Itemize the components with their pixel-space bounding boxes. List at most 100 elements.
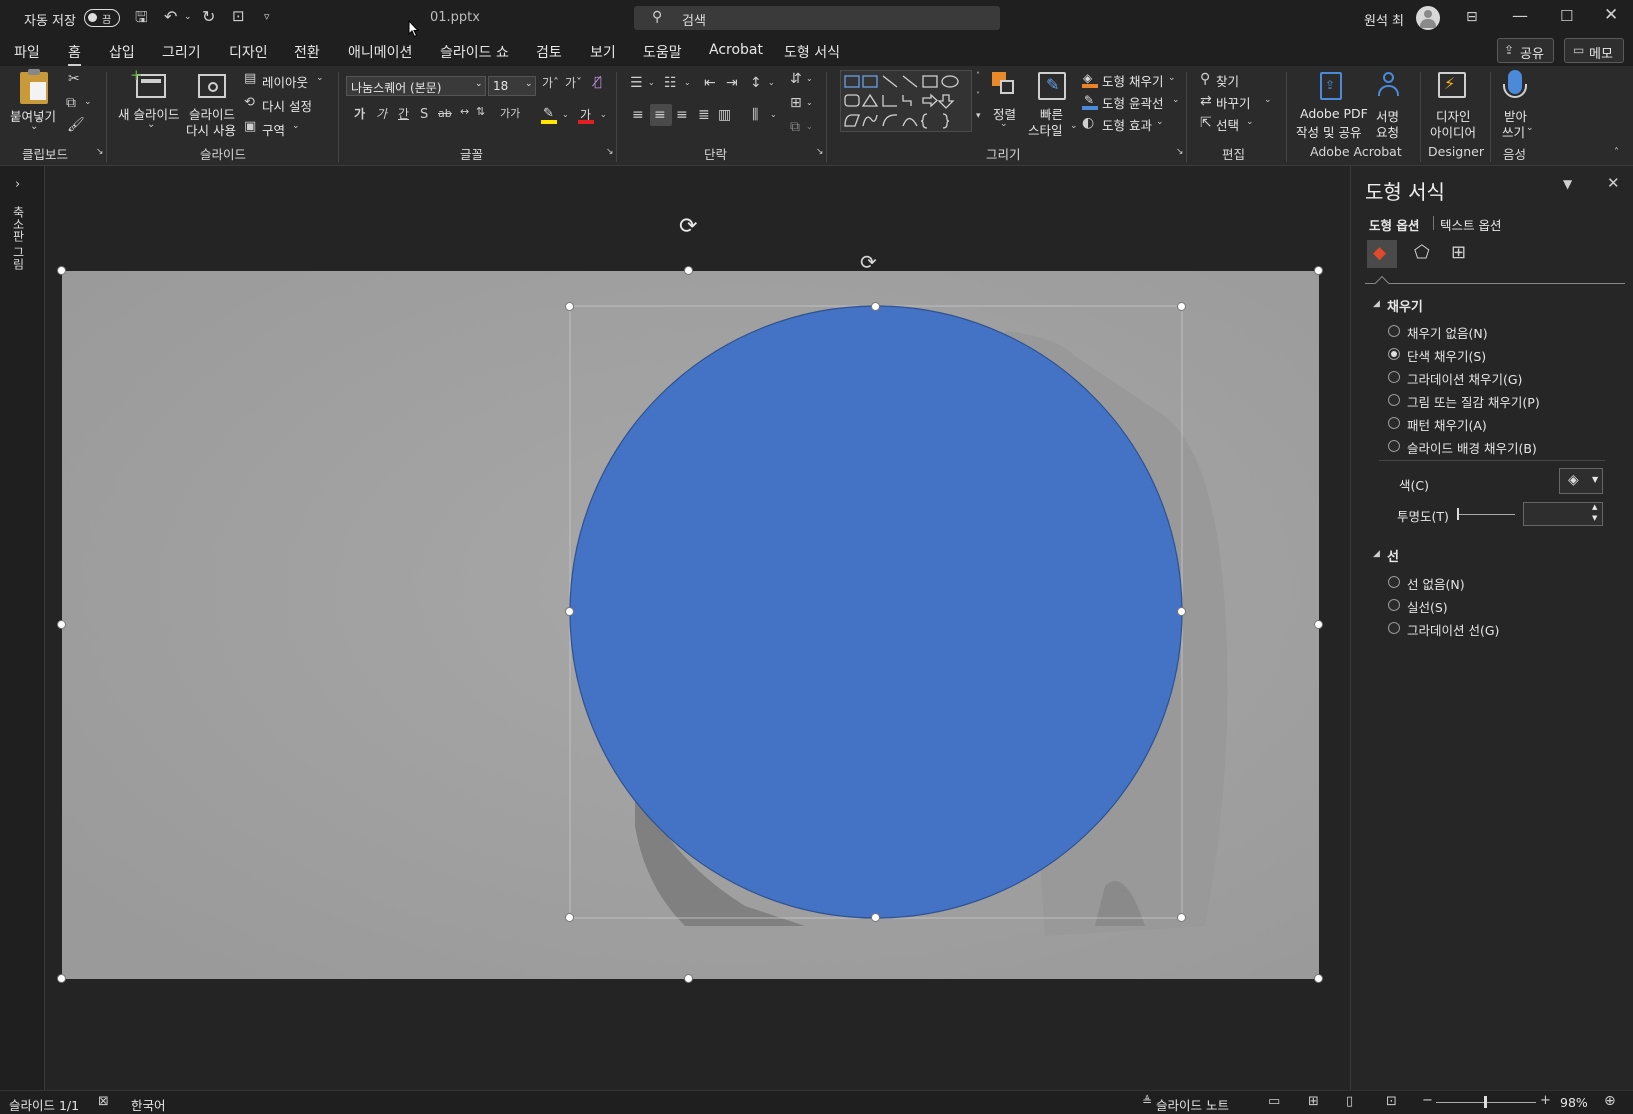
fill-solid-radio[interactable]: [1388, 348, 1400, 360]
text-direction-para-icon[interactable]: ⇵: [790, 72, 802, 86]
smartart-icon[interactable]: ⧉: [790, 120, 800, 134]
avatar[interactable]: [1416, 6, 1440, 30]
clipboard-launcher-icon[interactable]: ↘: [96, 148, 104, 157]
tab-shape-format[interactable]: 도형 서식: [784, 42, 840, 62]
replace-dropdown-icon[interactable]: ⌄: [1264, 96, 1272, 105]
close-window-icon[interactable]: ✕: [1604, 7, 1618, 24]
line-section-collapse-icon[interactable]: ◢: [1373, 550, 1380, 559]
gallery-scroll-down-icon[interactable]: ˅: [976, 92, 980, 100]
circle-handle-bottom[interactable]: [871, 913, 880, 922]
shape-fill-icon[interactable]: ◈: [1082, 71, 1098, 88]
autosave-toggle[interactable]: 끔: [84, 9, 120, 27]
spin-up-icon[interactable]: ▲: [1592, 503, 1597, 511]
fill-section-collapse-icon[interactable]: ◢: [1373, 300, 1380, 309]
fill-slide-bg-label[interactable]: 슬라이드 배경 채우기(B): [1407, 438, 1537, 457]
resize-handle-tr[interactable]: [1314, 266, 1323, 275]
resize-handle-top[interactable]: [684, 266, 693, 275]
line-solid-label[interactable]: 실선(S): [1407, 597, 1448, 616]
bold-icon[interactable]: 가: [354, 108, 365, 120]
resize-handle-bottom[interactable]: [684, 974, 693, 983]
section-dropdown-icon[interactable]: ⌄: [292, 122, 300, 131]
fill-none-radio[interactable]: [1388, 325, 1400, 337]
minimize-icon[interactable]: —: [1512, 8, 1528, 24]
resize-handle-right[interactable]: [1314, 620, 1323, 629]
paragraph-launcher-icon[interactable]: ↘: [816, 148, 824, 157]
fill-slide-bg-radio[interactable]: [1388, 440, 1400, 452]
paste-icon[interactable]: [20, 69, 48, 104]
numbering-icon[interactable]: ☷: [664, 76, 677, 90]
pane-options-icon[interactable]: ▼: [1563, 178, 1572, 190]
gallery-more-icon[interactable]: ▾: [976, 112, 981, 121]
normal-view-icon[interactable]: ▭: [1268, 1095, 1280, 1108]
resize-handle-bl[interactable]: [57, 974, 66, 983]
cut-icon[interactable]: ✂: [68, 72, 80, 86]
tab-acrobat[interactable]: Acrobat: [709, 42, 763, 58]
expand-thumbnails-icon[interactable]: ›: [15, 178, 20, 191]
size-properties-icon[interactable]: ⊞: [1451, 244, 1466, 262]
dictate-label-2[interactable]: 쓰기: [1502, 122, 1525, 141]
slide-sorter-icon[interactable]: ⊞: [1308, 1095, 1319, 1108]
italic-icon[interactable]: 가: [376, 108, 387, 120]
notes-button[interactable]: 슬라이드 노트: [1156, 1095, 1229, 1114]
circle-handle-right[interactable]: [1177, 607, 1186, 616]
clear-format-icon[interactable]: 가̸: [594, 76, 602, 89]
tab-transitions[interactable]: 전환: [294, 42, 320, 62]
line-gradient-radio[interactable]: [1388, 622, 1400, 634]
resize-handle-br[interactable]: [1314, 974, 1323, 983]
shrink-font-icon[interactable]: 가ˇ: [565, 77, 582, 89]
thumbnails-label[interactable]: 축소판 그림: [10, 206, 27, 270]
zoom-slider[interactable]: [1436, 1096, 1536, 1108]
shape-effects-button[interactable]: 도형 효과: [1102, 115, 1152, 134]
shape-outline-button[interactable]: 도형 윤곽선: [1102, 93, 1163, 112]
rotate-handle-icon[interactable]: ⟳: [679, 216, 697, 238]
tab-help[interactable]: 도움말: [643, 42, 682, 62]
reading-view-icon[interactable]: ▯: [1346, 1095, 1353, 1108]
slideshow-view-icon[interactable]: ⊡: [1386, 1095, 1397, 1108]
blue-circle-shape[interactable]: [569, 305, 1183, 919]
resize-handle-left[interactable]: [57, 620, 66, 629]
dictate-dropdown-icon[interactable]: ⌄: [1526, 124, 1534, 133]
decrease-indent-icon[interactable]: ⇤: [704, 76, 716, 90]
tab-text-options[interactable]: 텍스트 옵션: [1440, 215, 1501, 234]
fill-picture-label[interactable]: 그림 또는 질감 채우기(P): [1407, 392, 1540, 411]
section-button[interactable]: 구역: [262, 120, 285, 139]
find-button[interactable]: 찾기: [1216, 71, 1239, 90]
layout-icon[interactable]: ▤: [244, 72, 256, 85]
request-sign-icon[interactable]: [1376, 72, 1402, 100]
arrange-icon[interactable]: [992, 72, 1018, 98]
copy-icon[interactable]: ⧉: [66, 96, 76, 110]
circle-rotate-handle-icon[interactable]: ⟳: [860, 252, 877, 272]
tab-draw[interactable]: 그리기: [162, 42, 201, 62]
accessibility-icon[interactable]: ⊠: [98, 1095, 109, 1108]
align-text-icon[interactable]: ⊞: [790, 96, 802, 110]
customize-qat-icon[interactable]: ▿: [264, 11, 270, 22]
transparency-slider-thumb[interactable]: [1457, 508, 1459, 520]
circle-handle-bl[interactable]: [565, 913, 574, 922]
tab-view[interactable]: 보기: [590, 42, 616, 62]
fill-pattern-label[interactable]: 패턴 채우기(A): [1407, 415, 1487, 434]
bullets-dropdown-icon[interactable]: ⌄: [648, 79, 655, 87]
reset-button[interactable]: 다시 설정: [262, 96, 312, 115]
circle-handle-br[interactable]: [1177, 913, 1186, 922]
columns-dropdown-icon[interactable]: ⌄: [770, 111, 777, 119]
align-center-button[interactable]: ≡: [650, 104, 672, 126]
change-case-icon[interactable]: 가가: [500, 108, 520, 119]
highlight-dropdown-icon[interactable]: ⌄: [562, 111, 569, 119]
font-name-select[interactable]: 나눔스퀘어 (본문) ⌄: [346, 76, 486, 96]
fill-line-tab[interactable]: ◆: [1367, 240, 1397, 268]
shape-effects-icon[interactable]: ◐: [1082, 116, 1094, 130]
fill-none-label[interactable]: 채우기 없음(N): [1407, 323, 1488, 342]
tab-home[interactable]: 홈: [68, 42, 81, 67]
columns-icon[interactable]: ⫼: [752, 108, 758, 122]
tab-animations[interactable]: 애니메이션: [348, 42, 412, 62]
justify-icon[interactable]: ≣: [698, 108, 710, 122]
font-size-select[interactable]: 18 ⌄: [488, 76, 536, 96]
collapse-ribbon-icon[interactable]: ˄: [1614, 148, 1619, 158]
shape-fill-button[interactable]: 도형 채우기: [1102, 71, 1163, 90]
quick-styles-icon[interactable]: ✎: [1038, 72, 1066, 100]
circle-handle-tl[interactable]: [565, 302, 574, 311]
user-name[interactable]: 원석 최: [1364, 10, 1404, 29]
shape-fill-dropdown-icon[interactable]: ⌄: [1168, 74, 1176, 83]
find-icon[interactable]: ⚲: [1200, 72, 1210, 86]
line-none-radio[interactable]: [1388, 576, 1400, 588]
